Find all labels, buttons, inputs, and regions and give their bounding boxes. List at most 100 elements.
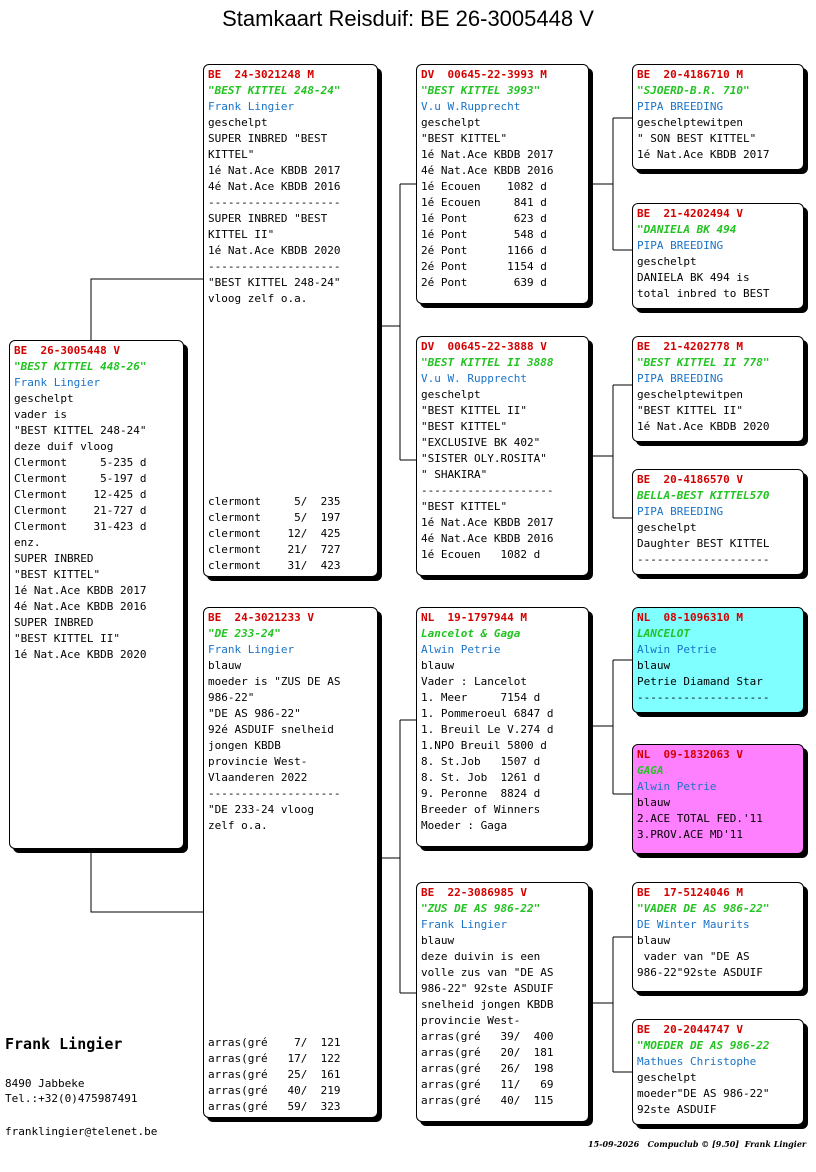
text-line: 1é Nat.Ace KBDB 2017: [637, 148, 770, 161]
great-grandparent-card-fff: BE 20-4186710 M "SJOERD-B.R. 710" PIPA B…: [632, 64, 804, 170]
text-line: Vader : Lancelot: [421, 675, 527, 688]
owner-name: Frank Lingier: [5, 1035, 123, 1053]
text-line: moeder is "ZUS DE AS: [208, 675, 341, 688]
pigeon-name: Lancelot & Gaga: [421, 627, 521, 640]
owner-address: 8490 Jabbeke: [5, 1077, 85, 1090]
text-line: deze duif vloog: [14, 440, 114, 453]
text-line: Clermont 21-727 d: [14, 504, 147, 517]
breeder-name: Frank Lingier: [14, 376, 101, 389]
pigeon-notes: blauw vader van "DE AS 986-22"92ste ASDUI…: [637, 933, 799, 981]
text-line: "DE AS 986-22": [208, 707, 301, 720]
race-results: arras(gré 39/ 400 arras(gré 20/ 181 arras(…: [421, 1029, 584, 1109]
ring-number: NL 19-1797944 M: [421, 611, 527, 624]
pigeon-name: "BEST KITTEL II 3888: [421, 356, 554, 369]
ring-number: NL 08-1096310 M: [637, 611, 743, 624]
text-line: volle zus van "DE AS: [421, 966, 554, 979]
maternal-grandmother-card: BE 22-3086985 V "ZUS DE AS 986-22" Frank…: [416, 882, 589, 1122]
ring-number: BE 26-3005448 V: [14, 344, 120, 357]
text-line: "BEST KITTEL II": [421, 404, 527, 417]
text-line: KITTEL II": [208, 228, 275, 241]
text-line: arras(gré 40/ 219: [208, 1084, 341, 1097]
text-line: zelf o.a.: [208, 819, 268, 832]
text-line: 1. Breuil Le V.274 d: [421, 723, 554, 736]
text-line: provincie West-: [421, 1014, 521, 1027]
text-line: clermont 21/ 727: [208, 543, 341, 556]
text-line: 1é Ecouen 1082 d: [421, 180, 547, 193]
text-line: 1é Pont 623 d: [421, 212, 547, 225]
text-line: geschelptewitpen: [637, 116, 743, 129]
text-line: 986-22"92ste ASDUIF: [637, 966, 763, 979]
pigeon-notes: geschelptewitpen "BEST KITTEL II" 1é Nat.A…: [637, 387, 799, 435]
pigeon-notes: geschelpt moeder"DE AS 986-22" 92ste ASDUI…: [637, 1070, 799, 1118]
ring-number: NL 09-1832063 V: [637, 748, 743, 761]
text-line: --------------------: [208, 260, 341, 273]
text-line: vloog zelf o.a.: [208, 292, 308, 305]
text-line: 2é Pont 1154 d: [421, 260, 547, 273]
text-line: clermont 5/ 235: [208, 495, 341, 508]
text-line: clermont 31/ 423: [208, 559, 341, 572]
breeder-name: PIPA BREEDING: [637, 239, 724, 252]
text-line: 1é Nat.Ace KBDB 2020: [637, 420, 770, 433]
text-line: blauw: [421, 934, 455, 947]
father-card: BE 24-3021248 M "BEST KITTEL 248-24" Fra…: [203, 64, 378, 577]
text-line: geschelpt: [637, 255, 697, 268]
pigeon-name: "BEST KITTEL 448-26": [14, 360, 147, 373]
text-line: 4é Nat.Ace KBDB 2016: [14, 600, 147, 613]
pigeon-notes: geschelpt "BEST KITTEL" 1é Nat.Ace KBDB 20…: [421, 115, 584, 291]
text-line: 4é Nat.Ace KBDB 2016: [421, 164, 554, 177]
breeder-name: Frank Lingier: [208, 100, 295, 113]
text-line: 1é Nat.Ace KBDB 2020: [14, 648, 147, 661]
text-line: Clermont 31-423 d: [14, 520, 147, 533]
breeder-name: PIPA BREEDING: [637, 505, 724, 518]
pigeon-notes: blauw 2.ACE TOTAL FED.'11 3.PROV.ACE MD'11: [637, 795, 799, 843]
text-line: blauw: [637, 796, 671, 809]
text-line: clermont 5/ 197: [208, 511, 341, 524]
text-line: 1é Nat.Ace KBDB 2017: [14, 584, 147, 597]
text-line: Petrie Diamand Star: [637, 675, 763, 688]
text-line: 986-22" 92ste ASDUIF: [421, 982, 554, 995]
text-line: geschelpt: [637, 1071, 697, 1084]
text-line: moeder"DE AS 986-22": [637, 1087, 770, 1100]
pigeon-notes: blauw moeder is "ZUS DE AS 986-22" "DE AS 9…: [208, 658, 373, 834]
text-line: "BEST KITTEL 248-24": [14, 424, 147, 437]
text-line: "EXCLUSIVE BK 402": [421, 436, 541, 449]
text-line: vader van "DE AS: [637, 950, 750, 963]
ring-number: BE 22-3086985 V: [421, 886, 527, 899]
text-line: 3.PROV.ACE MD'11: [637, 828, 743, 841]
great-grandparent-card-mmf: BE 17-5124046 M "VADER DE AS 986-22" DE …: [632, 882, 804, 992]
great-grandparent-card-mmm: BE 20-2044747 V "MOEDER DE AS 986-22 Mat…: [632, 1019, 804, 1125]
pigeon-name: BELLA-BEST KITTEL570: [637, 489, 770, 502]
text-line: "BEST KITTEL": [421, 132, 508, 145]
text-line: "SISTER OLY.ROSITA": [421, 452, 547, 465]
breeder-name: Alwin Petrie: [637, 643, 717, 656]
breeder-name: PIPA BREEDING: [637, 100, 724, 113]
text-line: SUPER INBRED "BEST: [208, 212, 328, 225]
text-line: geschelpt: [14, 392, 74, 405]
text-line: " SON BEST KITTEL": [637, 132, 757, 145]
breeder-name: Frank Lingier: [421, 918, 508, 931]
pigeon-notes: blauw deze duivin is een volle zus van "DE…: [421, 933, 584, 1029]
text-line: "BEST KITTEL 248-24": [208, 276, 341, 289]
ring-number: DV 00645-22-3888 V: [421, 340, 547, 353]
text-line: --------------------: [208, 787, 341, 800]
race-results: clermont 5/ 235 clermont 5/ 197 clermont 1…: [208, 494, 340, 574]
pigeon-notes: geschelpt "BEST KITTEL II" "BEST KITTEL" "E…: [421, 387, 584, 563]
text-line: Clermont 12-425 d: [14, 488, 147, 501]
text-line: SUPER INBRED "BEST: [208, 132, 328, 145]
owner-phone: Tel.:+32(0)475987491: [5, 1092, 138, 1105]
text-line: Daughter BEST KITTEL: [637, 537, 770, 550]
text-line: 1é Nat.Ace KBDB 2017: [208, 164, 341, 177]
text-line: Vlaanderen 2022: [208, 771, 308, 784]
text-line: arras(gré 7/ 121: [208, 1036, 341, 1049]
ring-number: BE 24-3021233 V: [208, 611, 314, 624]
text-line: blauw: [421, 659, 455, 672]
text-line: 1. Pommeroeul 6847 d: [421, 707, 554, 720]
text-line: 1é Nat.Ace KBDB 2017: [421, 516, 554, 529]
text-line: 1é Ecouen 1082 d: [421, 548, 541, 561]
text-line: "DE 233-24 vloog: [208, 803, 314, 816]
pigeon-notes: geschelpt Daughter BEST KITTEL -----------…: [637, 520, 799, 568]
pigeon-name: "MOEDER DE AS 986-22: [637, 1039, 770, 1052]
breeder-name: V.u W. Rupprecht: [421, 372, 527, 385]
mother-card: BE 24-3021233 V "DE 233-24" Frank Lingie…: [203, 607, 378, 1118]
text-line: 4é Nat.Ace KBDB 2016: [208, 180, 341, 193]
